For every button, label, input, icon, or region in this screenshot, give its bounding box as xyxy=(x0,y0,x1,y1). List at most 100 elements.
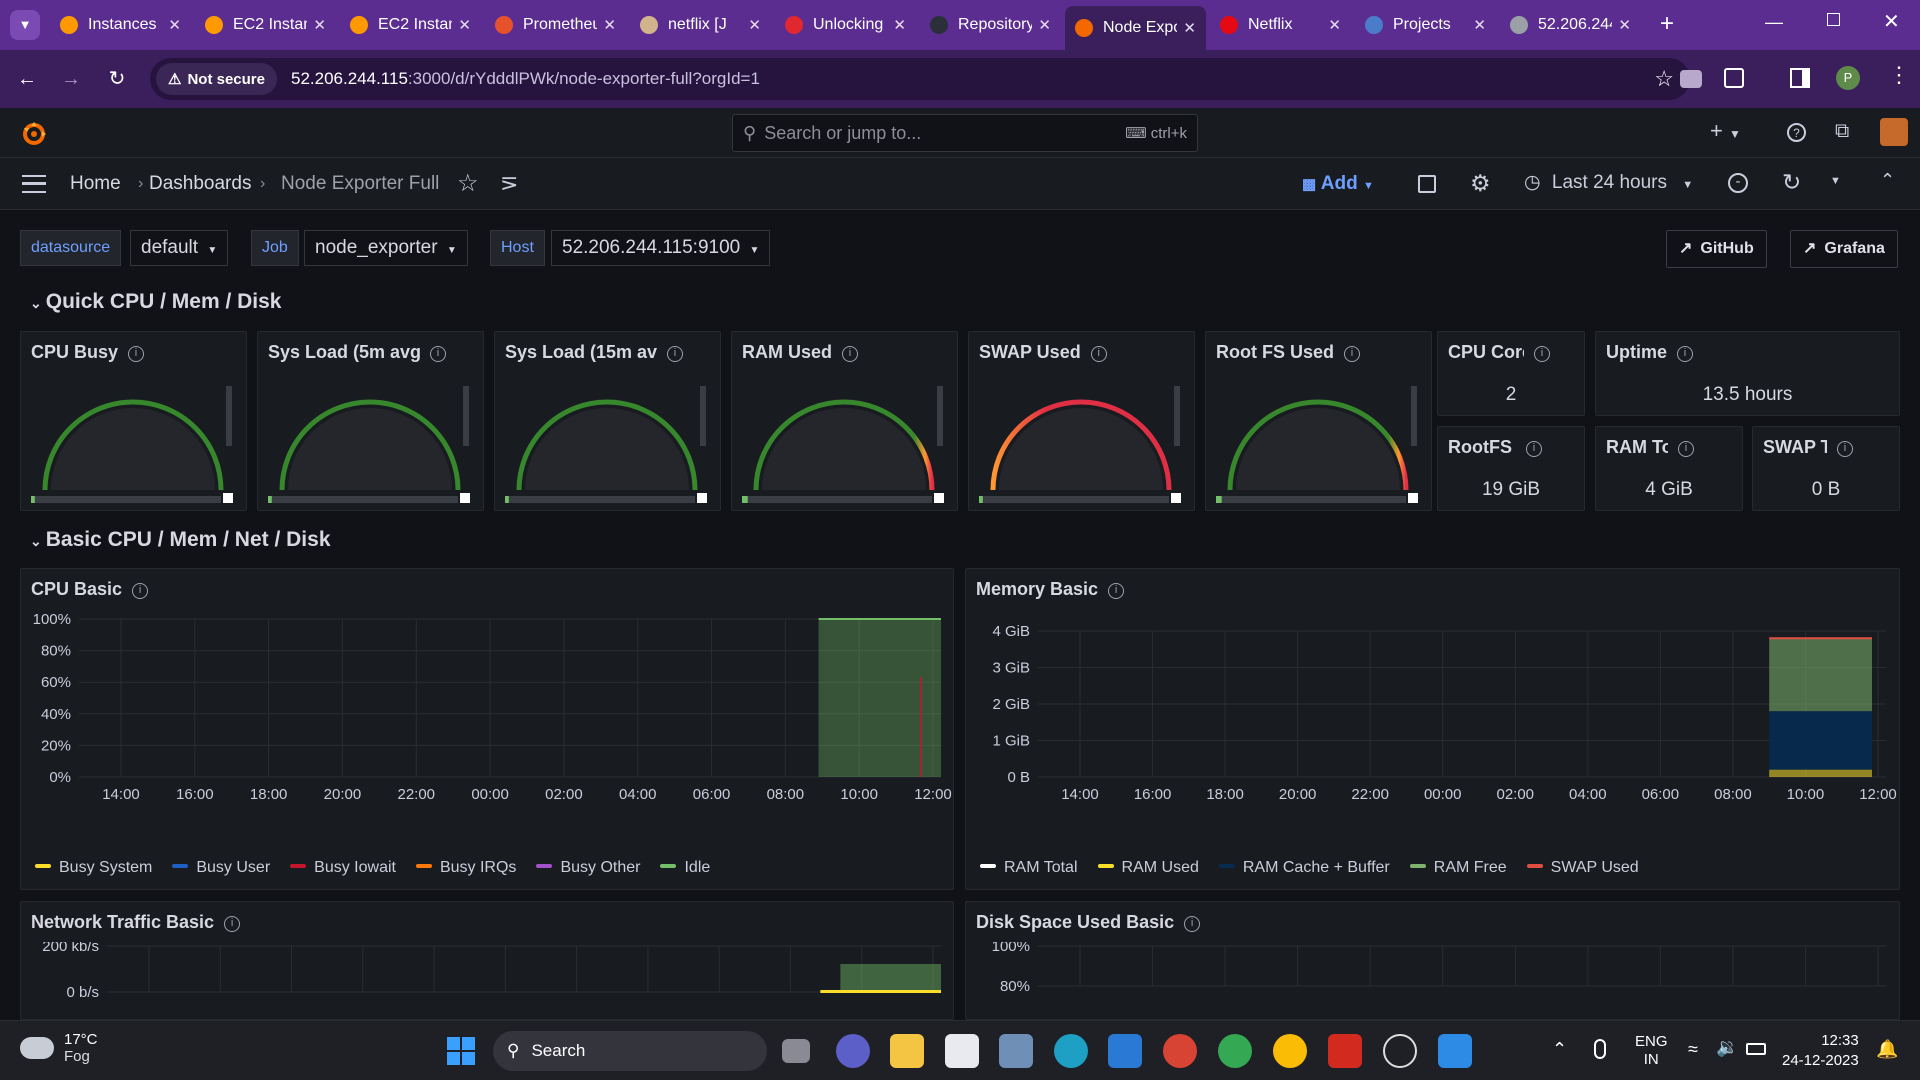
legend-item[interactable]: Idle xyxy=(660,859,710,877)
help-icon[interactable]: ? xyxy=(1787,123,1806,142)
bookmark-star-icon[interactable]: ☆ xyxy=(1654,66,1674,92)
gauge-panel[interactable]: Sys Load (5m avg) i xyxy=(257,331,484,511)
profile-avatar[interactable]: P xyxy=(1836,66,1860,90)
refresh-interval-chevron-icon[interactable]: ▼ xyxy=(1830,175,1841,187)
info-icon[interactable]: i xyxy=(1090,346,1107,362)
memory-basic-chart[interactable]: 0 B 1 GiB 2 GiB 3 GiB 4 GiB 14:00 16:00 18:00 20… xyxy=(966,609,1901,869)
chrome-profile-icon[interactable] xyxy=(1218,1034,1252,1068)
camera-icon[interactable] xyxy=(1680,70,1702,88)
back-icon[interactable]: ← xyxy=(12,64,42,94)
minimize-button[interactable]: — xyxy=(1765,12,1783,33)
gauge-panel[interactable]: Root FS Used i xyxy=(1205,331,1432,511)
legend-item[interactable]: Busy User xyxy=(172,859,270,877)
tab-close-icon[interactable]: ✕ xyxy=(748,16,761,34)
legend-item[interactable]: Busy IRQs xyxy=(415,859,516,877)
info-icon[interactable]: i xyxy=(128,346,145,362)
gauge-panel[interactable]: SWAP Used i xyxy=(968,331,1195,511)
browser-menu-icon[interactable]: ⋮ xyxy=(1888,64,1910,86)
share-icon[interactable]: ⋝ xyxy=(500,170,518,196)
github-link-button[interactable]: ↗ GitHub xyxy=(1666,230,1767,268)
browser-tab[interactable]: Netflix ✕ xyxy=(1210,8,1351,42)
job-variable-select[interactable]: node_exporter ▼ xyxy=(304,230,468,266)
network-traffic-chart[interactable]: 0 b/s 200 kb/s xyxy=(21,942,954,1020)
panel-network-traffic-basic[interactable]: Network Traffic Basic i 0 b/s 200 kb/s xyxy=(20,901,954,1020)
stat-panel-uptime[interactable]: Uptime i 13.5 hours xyxy=(1595,331,1900,416)
browser-tab[interactable]: Unlocking ✕ xyxy=(775,8,916,42)
legend-item[interactable]: RAM Total xyxy=(980,859,1078,877)
user-avatar[interactable] xyxy=(1880,118,1908,146)
refresh-icon[interactable]: ↻ xyxy=(1782,169,1801,196)
collapse-toolbar-icon[interactable]: ⌃ xyxy=(1880,170,1895,191)
legend-item[interactable]: Busy Other xyxy=(536,859,640,877)
star-dashboard-icon[interactable]: ☆ xyxy=(457,169,479,198)
tab-close-icon[interactable]: ✕ xyxy=(893,16,906,34)
gauge-panel[interactable]: CPU Busy i xyxy=(20,331,247,511)
new-tab-button[interactable]: + xyxy=(1652,10,1682,40)
close-window-button[interactable]: ✕ xyxy=(1883,9,1900,34)
browser-tab[interactable]: 52.206.244 ✕ xyxy=(1500,8,1641,42)
browser-tab[interactable]: netflix [J ✕ xyxy=(630,8,771,42)
info-icon[interactable]: i xyxy=(1677,346,1694,362)
weather-widget[interactable]: 17°C Fog xyxy=(20,1031,98,1065)
url-text[interactable]: 52.206.244.115:3000/d/rYdddlPWk/node-exp… xyxy=(291,69,760,89)
windows-start-icon[interactable] xyxy=(447,1037,475,1065)
browser-tab[interactable]: EC2 Instance ✕ xyxy=(340,8,481,42)
datasource-variable-select[interactable]: default ▼ xyxy=(130,230,229,266)
browser-tab[interactable]: Prometheus ✕ xyxy=(485,8,626,42)
chrome-profile-2-icon[interactable] xyxy=(1273,1034,1307,1068)
gauge-panel[interactable]: Sys Load (15m avg) i xyxy=(494,331,721,511)
info-icon[interactable]: i xyxy=(1108,583,1125,599)
edge-icon[interactable] xyxy=(1054,1034,1088,1068)
info-icon[interactable]: i xyxy=(1526,441,1542,457)
tab-close-icon[interactable]: ✕ xyxy=(1183,19,1196,37)
maximize-button[interactable] xyxy=(1827,13,1840,26)
tab-search-button[interactable]: ▼ xyxy=(10,10,40,40)
stat-panel-swap-total[interactable]: SWAP Total i 0 B xyxy=(1752,426,1900,511)
legend-item[interactable]: Busy System xyxy=(35,859,152,877)
chrome-icon[interactable] xyxy=(1163,1034,1197,1068)
add-button[interactable]: ▩ Add ▼ xyxy=(1302,173,1374,195)
browser-tab[interactable]: EC2 Instance ✕ xyxy=(195,8,336,42)
info-icon[interactable]: i xyxy=(224,916,241,932)
task-view-icon[interactable] xyxy=(782,1039,810,1063)
taskbar-search-box[interactable]: ⚲ Search xyxy=(493,1031,767,1071)
new-plus-button[interactable]: + ▼ xyxy=(1710,118,1741,144)
mail-icon[interactable] xyxy=(1108,1034,1142,1068)
tab-close-icon[interactable]: ✕ xyxy=(1038,16,1051,34)
row-basic-cpu-mem-net-disk[interactable]: ⌄ Basic CPU / Mem / Net / Disk xyxy=(30,528,331,552)
file-explorer-icon[interactable] xyxy=(890,1034,924,1068)
stat-panel-ram-total[interactable]: RAM Total i 4 GiB xyxy=(1595,426,1743,511)
info-icon[interactable]: i xyxy=(1344,346,1361,362)
time-range-picker[interactable]: ◷ Last 24 hours ▼ xyxy=(1524,171,1693,194)
menu-toggle-icon[interactable] xyxy=(22,175,46,193)
browser-tab[interactable]: Node Exporter ✕ xyxy=(1065,6,1206,50)
tab-close-icon[interactable]: ✕ xyxy=(603,16,616,34)
sidebar-icon[interactable] xyxy=(1790,68,1810,88)
wifi-icon[interactable]: ≈ xyxy=(1688,1039,1698,1060)
info-icon[interactable]: i xyxy=(842,346,859,362)
info-icon[interactable]: i xyxy=(430,346,446,362)
legend-item[interactable]: RAM Free xyxy=(1409,859,1507,877)
tab-close-icon[interactable]: ✕ xyxy=(1473,16,1486,34)
search-input[interactable]: ⚲ Search or jump to... ⌨ ctrl+k xyxy=(732,114,1198,152)
keyboard-app-icon[interactable] xyxy=(999,1034,1033,1068)
acrobat-icon[interactable] xyxy=(1328,1034,1362,1068)
panel-disk-space-used-basic[interactable]: Disk Space Used Basic i 80% 100% xyxy=(965,901,1900,1020)
tab-close-icon[interactable]: ✕ xyxy=(1328,16,1341,34)
stat-panel-cpu-cores[interactable]: CPU Cores i 2 xyxy=(1437,331,1585,416)
reload-icon[interactable]: ↻ xyxy=(102,64,132,94)
battery-icon[interactable] xyxy=(1746,1043,1766,1055)
microphone-icon[interactable] xyxy=(1594,1039,1606,1059)
legend-item[interactable]: Busy Iowait xyxy=(290,859,396,877)
openai-icon[interactable] xyxy=(1383,1034,1417,1068)
info-icon[interactable]: i xyxy=(1678,441,1694,457)
vscode-icon[interactable] xyxy=(1438,1034,1472,1068)
host-variable-select[interactable]: 52.206.244.115:9100 ▼ xyxy=(551,230,771,266)
news-feed-icon[interactable]: ⧉ xyxy=(1835,120,1849,143)
teams-icon[interactable] xyxy=(836,1034,870,1068)
legend-item[interactable]: RAM Used xyxy=(1097,859,1199,877)
info-icon[interactable]: i xyxy=(1534,346,1550,362)
clock-date[interactable]: 12:33 24-12-2023 xyxy=(1782,1031,1859,1071)
legend-item[interactable]: RAM Cache + Buffer xyxy=(1218,859,1390,877)
browser-tab[interactable]: Projects ✕ xyxy=(1355,8,1496,42)
